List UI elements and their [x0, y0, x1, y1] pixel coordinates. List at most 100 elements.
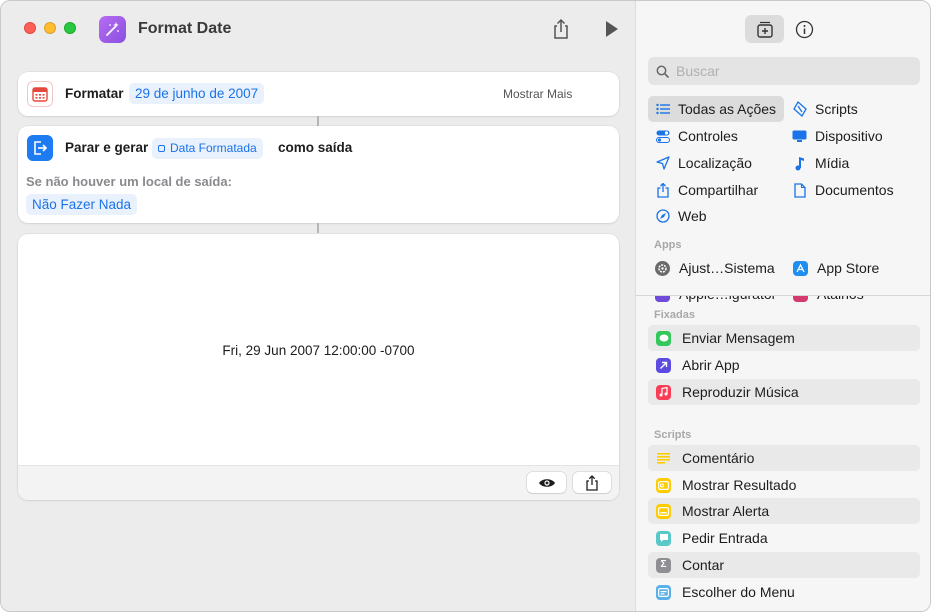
variable-label: Data Formatada	[170, 141, 257, 155]
category-label: Scripts	[815, 101, 858, 117]
search-icon	[656, 65, 669, 78]
pinned-section-label: Fixadas	[654, 309, 695, 321]
action-library-sidebar: Todas as Ações Controles Localização Com…	[635, 1, 930, 611]
info-icon	[795, 20, 813, 38]
editor-pane: Format Date Formatar 29 de junho de 2007…	[1, 1, 635, 611]
list-item-label: Comentário	[682, 450, 755, 466]
action-connector	[317, 223, 319, 233]
fallback-value-token[interactable]: Não Fazer Nada	[26, 194, 138, 215]
zoom-window-button[interactable]	[64, 22, 76, 34]
category-label: Localização	[678, 155, 752, 171]
comment-lines-icon	[656, 451, 671, 466]
app-app-store[interactable]: App Store	[793, 257, 879, 279]
apps-section-label: Apps	[654, 239, 682, 251]
result-footer	[18, 465, 619, 500]
category-device[interactable]: Dispositivo	[785, 123, 921, 149]
list-item-label: Escolher do Menu	[682, 584, 795, 600]
category-controls[interactable]: Controles	[648, 123, 784, 149]
title-bar: Format Date	[1, 1, 635, 57]
formatted-date-variable[interactable]: Data Formatada	[152, 138, 263, 159]
result-card: Fri, 29 Jun 2007 12:00:00 -0700	[18, 234, 619, 500]
list-item-label: Contar	[682, 557, 725, 573]
app-label: Ajust…Sistema	[679, 260, 775, 276]
script-count[interactable]: Σ Contar	[648, 552, 920, 578]
category-scripts[interactable]: Scripts	[785, 96, 921, 122]
list-icon	[654, 101, 671, 118]
list-item-label: Mostrar Alerta	[682, 503, 770, 519]
desktop-icon	[791, 128, 808, 145]
compass-icon	[654, 208, 671, 225]
pinned-open-app[interactable]: Abrir App	[648, 352, 920, 378]
music-note-icon	[656, 384, 671, 400]
shortcut-icon[interactable]	[99, 16, 126, 43]
shortcuts-window: Format Date Formatar 29 de junho de 2007…	[0, 0, 931, 612]
list-item-label: Abrir App	[682, 357, 740, 373]
show-more-button[interactable]: Mostrar Mais	[503, 87, 572, 101]
scripts-section-label: Scripts	[654, 429, 692, 441]
share-icon	[586, 474, 598, 491]
app-store-icon	[793, 260, 808, 276]
category-location[interactable]: Localização	[648, 150, 784, 176]
result-output-text: Fri, 29 Jun 2007 12:00:00 -0700	[222, 343, 415, 358]
close-window-button[interactable]	[24, 22, 36, 34]
category-documents[interactable]: Documentos	[785, 177, 921, 203]
details-tab[interactable]	[793, 18, 815, 40]
share-icon	[654, 182, 671, 199]
gear-icon	[655, 260, 670, 276]
category-all-actions[interactable]: Todas as Ações	[648, 96, 784, 122]
script-ask-for-input[interactable]: Pedir Entrada	[648, 525, 920, 551]
toggles-icon	[654, 128, 671, 145]
output-suffix: como saída	[278, 140, 353, 155]
category-label: Dispositivo	[815, 128, 883, 144]
category-label: Todas as Ações	[678, 101, 777, 117]
document-icon	[791, 182, 808, 199]
category-web[interactable]: Web	[648, 203, 784, 229]
run-play-icon[interactable]	[604, 20, 620, 38]
search-input[interactable]	[648, 57, 920, 85]
stop-and-output-action[interactable]: Parar e gerar Data Formatada como saída …	[18, 126, 619, 223]
minimize-window-button[interactable]	[44, 22, 56, 34]
input-bubble-icon	[656, 530, 671, 546]
message-bubble-icon	[656, 330, 671, 346]
script-show-alert[interactable]: Mostrar Alerta	[648, 498, 920, 524]
pinned-play-music[interactable]: Reproduzir Música	[648, 379, 920, 405]
action-connector	[317, 116, 319, 126]
script-show-result[interactable]: Mostrar Resultado	[648, 472, 920, 498]
window-title: Format Date	[138, 20, 232, 37]
fallback-label: Se não houver um local de saída:	[26, 174, 232, 189]
app-system-settings[interactable]: Ajust…Sistema	[655, 257, 775, 279]
category-label: Mídia	[815, 155, 850, 171]
quick-look-button[interactable]	[527, 472, 566, 493]
list-item-label: Pedir Entrada	[682, 530, 768, 546]
sigma-icon: Σ	[656, 557, 671, 573]
list-item-label: Mostrar Resultado	[682, 477, 797, 493]
script-choose-from-menu[interactable]: Escolher do Menu	[648, 579, 920, 605]
category-label: Documentos	[815, 182, 894, 198]
pinned-send-message[interactable]: Enviar Mensagem	[648, 325, 920, 351]
category-media[interactable]: Mídia	[785, 150, 921, 176]
format-date-action[interactable]: Formatar 29 de junho de 2007 Mostrar Mai…	[18, 72, 619, 116]
open-app-arrow-icon	[656, 357, 671, 373]
script-comment[interactable]: Comentário	[648, 445, 920, 471]
menu-icon	[656, 584, 671, 600]
category-label: Compartilhar	[678, 182, 759, 198]
result-share-button[interactable]	[573, 472, 611, 493]
format-verb: Formatar	[65, 86, 124, 101]
output-icon	[27, 135, 53, 161]
scripts-icon	[791, 101, 808, 118]
apps-clip	[636, 284, 930, 295]
eye-icon	[538, 478, 555, 487]
category-label: Controles	[678, 128, 738, 144]
sidebar-divider	[636, 295, 930, 296]
share-icon[interactable]	[550, 17, 572, 41]
list-item-label: Enviar Mensagem	[682, 330, 795, 346]
category-share[interactable]: Compartilhar	[648, 177, 784, 203]
music-note-icon	[791, 155, 808, 172]
app-label: App Store	[817, 260, 880, 276]
date-token[interactable]: 29 de junho de 2007	[129, 83, 265, 104]
library-tab[interactable]	[745, 15, 784, 43]
list-item-label: Reproduzir Música	[682, 384, 799, 400]
show-result-icon	[656, 477, 671, 493]
stop-output-verb: Parar e gerar	[65, 140, 149, 155]
category-label: Web	[678, 208, 707, 224]
